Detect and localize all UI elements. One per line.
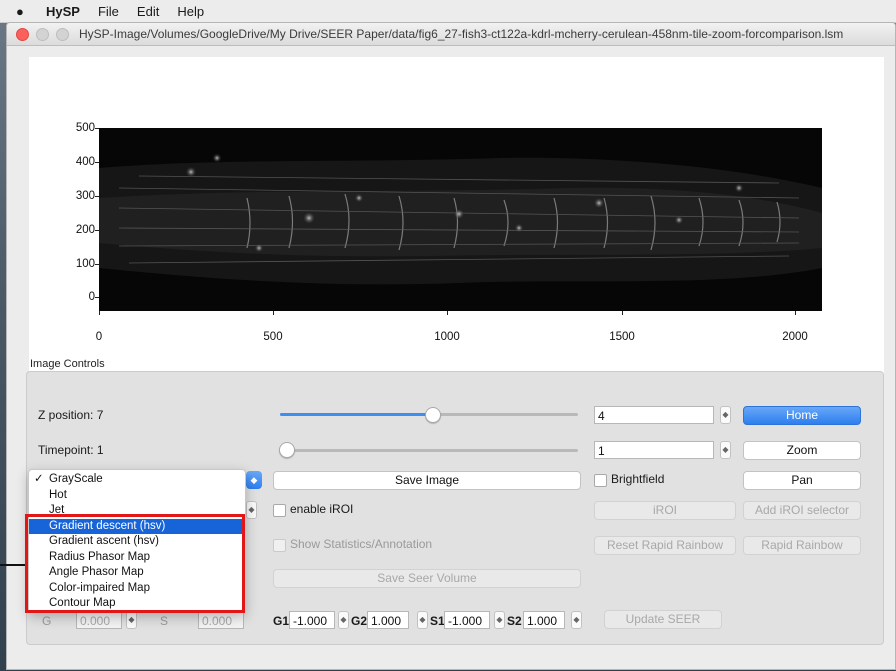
- time-slider-handle[interactable]: [279, 442, 295, 458]
- g1-stepper-icon[interactable]: ◆: [338, 611, 349, 629]
- image-canvas[interactable]: 500 400 300 200 100 0 0 500 1000 1500 20…: [29, 57, 884, 391]
- y-tick-label: 300: [75, 190, 95, 202]
- menu-file[interactable]: File: [98, 4, 119, 19]
- colormap-option-gradient-ascent[interactable]: Gradient ascent (hsv): [29, 534, 245, 550]
- colormap-dropdown-menu[interactable]: ✓ GrayScale Hot Jet Gradient descent (hsv…: [28, 469, 246, 613]
- x-tick-label: 1000: [434, 331, 460, 343]
- g2-label: G2: [351, 614, 368, 628]
- x-tick-label: 500: [263, 331, 283, 343]
- menu-app-name[interactable]: HySP: [46, 4, 80, 19]
- y-tick-mark: [95, 297, 99, 298]
- timepoint-field[interactable]: 1: [594, 441, 714, 459]
- home-button[interactable]: Home: [743, 406, 861, 425]
- s2-label: S2: [507, 614, 522, 628]
- zoom-window-button[interactable]: [56, 27, 69, 41]
- y-tick-label: 100: [75, 258, 95, 270]
- s1-stepper-icon[interactable]: ◆: [494, 611, 505, 629]
- checkmark-icon: ✓: [34, 473, 44, 485]
- g-field[interactable]: 0.000: [76, 611, 122, 629]
- show-statistics-checkbox[interactable]: [273, 539, 286, 552]
- s-label: S: [160, 614, 169, 628]
- time-slider-track[interactable]: [280, 449, 578, 452]
- x-tick-label: 2000: [782, 331, 808, 343]
- menu-help[interactable]: Help: [177, 4, 204, 19]
- g2-stepper-icon[interactable]: ◆: [417, 611, 428, 629]
- s-field[interactable]: 0.000: [198, 611, 244, 629]
- close-window-button[interactable]: [16, 27, 29, 41]
- apple-logo-icon[interactable]: ●: [16, 4, 30, 19]
- y-tick-mark: [95, 230, 99, 231]
- title-bar: HySP-Image/Volumes/GoogleDrive/My Drive/…: [7, 23, 895, 46]
- y-tick-mark: [95, 264, 99, 265]
- g2-field[interactable]: 1.000: [367, 611, 409, 629]
- x-tick-mark: [99, 311, 100, 315]
- save-image-button[interactable]: Save Image: [273, 471, 581, 490]
- y-tick-mark: [95, 128, 99, 129]
- update-seer-button[interactable]: Update SEER: [604, 610, 722, 629]
- y-tick-mark: [95, 196, 99, 197]
- timepoint-label: Timepoint: 1: [38, 443, 104, 457]
- x-tick-mark: [795, 311, 796, 315]
- y-tick-label: 0: [88, 291, 95, 303]
- z-position-field[interactable]: 4: [594, 406, 714, 424]
- y-tick-label: 500: [75, 122, 95, 134]
- second-select-stepper-icon[interactable]: ◆: [246, 501, 257, 519]
- colormap-option-contour[interactable]: Contour Map: [29, 596, 245, 612]
- enable-iroi-label: enable iROI: [290, 502, 354, 516]
- g-stepper-icon[interactable]: ◆: [126, 611, 137, 629]
- window-title: HySP-Image/Volumes/GoogleDrive/My Drive/…: [79, 27, 844, 41]
- z-slider-fill: [280, 413, 432, 416]
- show-statistics-label: Show Statistics/Annotation: [290, 537, 433, 551]
- x-tick-label: 1500: [609, 331, 635, 343]
- colormap-select-arrow-icon[interactable]: ◆: [246, 471, 262, 489]
- z-position-label: Z position: 7: [38, 408, 104, 422]
- x-tick-mark: [273, 311, 274, 315]
- colormap-option-hot[interactable]: Hot: [29, 488, 245, 504]
- image-plot-area[interactable]: [99, 128, 822, 311]
- save-seer-volume-button[interactable]: Save Seer Volume: [273, 569, 581, 588]
- g-label: G: [42, 614, 52, 628]
- rapid-rainbow-button[interactable]: Rapid Rainbow: [743, 536, 861, 555]
- x-tick-mark: [622, 311, 623, 315]
- minimize-window-button[interactable]: [36, 27, 49, 41]
- timepoint-stepper-icon[interactable]: ◆: [720, 441, 731, 459]
- g1-label: G1: [273, 614, 290, 628]
- y-tick-mark: [95, 162, 99, 163]
- menu-edit[interactable]: Edit: [137, 4, 159, 19]
- brightfield-label: Brightfield: [611, 472, 665, 486]
- z-slider-handle[interactable]: [424, 407, 441, 423]
- g1-field[interactable]: -1.000: [289, 611, 335, 629]
- menu-bar: ● HySP File Edit Help: [0, 0, 896, 23]
- reset-rapid-rainbow-button[interactable]: Reset Rapid Rainbow: [594, 536, 736, 555]
- colormap-option-jet[interactable]: Jet: [29, 503, 245, 519]
- x-tick-mark: [447, 311, 448, 315]
- colormap-option-color-impaired[interactable]: Color-impaired Map: [29, 581, 245, 597]
- add-iroi-selector-button[interactable]: Add iROI selector: [743, 501, 861, 520]
- y-tick-label: 400: [75, 156, 95, 168]
- colormap-option-radius-phasor[interactable]: Radius Phasor Map: [29, 550, 245, 566]
- colormap-option-grayscale[interactable]: ✓ GrayScale: [29, 472, 245, 488]
- s1-label: S1: [430, 614, 445, 628]
- y-tick-label: 200: [75, 224, 95, 236]
- annotation-leader-line: [0, 564, 25, 566]
- fish-image: [99, 128, 822, 311]
- colormap-option-angle-phasor[interactable]: Angle Phasor Map: [29, 565, 245, 581]
- enable-iroi-checkbox[interactable]: [273, 504, 286, 517]
- image-controls-label: Image Controls: [30, 358, 105, 370]
- iroi-button[interactable]: iROI: [594, 501, 736, 520]
- z-position-stepper-icon[interactable]: ◆: [720, 406, 731, 424]
- colormap-option-gradient-descent[interactable]: Gradient descent (hsv): [29, 518, 245, 534]
- x-tick-label: 0: [95, 331, 103, 343]
- s2-field[interactable]: 1.000: [523, 611, 565, 629]
- pan-button[interactable]: Pan: [743, 471, 861, 490]
- brightfield-checkbox[interactable]: [594, 474, 607, 487]
- s1-field[interactable]: -1.000: [444, 611, 490, 629]
- s2-stepper-icon[interactable]: ◆: [571, 611, 582, 629]
- zoom-button[interactable]: Zoom: [743, 441, 861, 460]
